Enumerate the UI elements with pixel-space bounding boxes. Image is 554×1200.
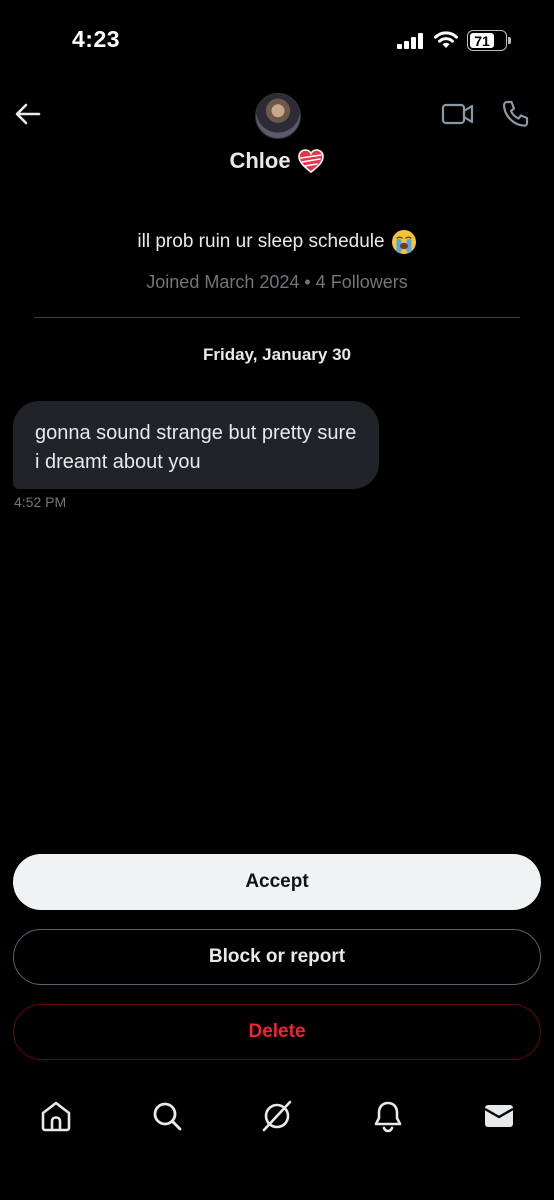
delete-button[interactable]: Delete [13,1004,541,1060]
date-separator: Friday, January 30 [202,345,352,364]
cellular-signal-icon [397,33,423,49]
message-timestamp: 4:52 PM [14,494,67,510]
contact-name: Chloe [229,148,291,173]
status-bar-time: 4:23 [72,26,121,52]
heart-emoji-icon [297,149,324,174]
message-bubble[interactable]: gonna sound strange but pretty sure i dr… [13,401,379,489]
phone-call-icon[interactable] [501,99,529,129]
battery-indicator: 71 [467,30,507,51]
video-call-icon[interactable] [441,101,475,127]
loudly-crying-face-icon [391,230,416,254]
grok-icon[interactable] [259,1098,295,1134]
conversation-title: Chloe [0,146,554,176]
wifi-icon [434,31,458,48]
notifications-icon[interactable] [370,1098,406,1134]
back-arrow-icon[interactable] [12,98,44,130]
joined-info: Joined March 2024 • 4 Followers [146,272,408,292]
bio-text: ill prob ruin ur sleep schedule [137,231,385,252]
divider [34,317,520,318]
block-or-report-button[interactable]: Block or report [13,929,541,985]
messages-icon[interactable] [481,1098,517,1134]
profile-bio: ill prob ruin ur sleep schedule [0,228,554,256]
battery-level: 71 [470,33,495,49]
battery-cap [508,37,511,44]
avatar[interactable] [255,93,301,139]
home-icon[interactable] [38,1098,74,1134]
accept-button[interactable]: Accept [13,854,541,910]
search-icon[interactable] [149,1098,185,1134]
